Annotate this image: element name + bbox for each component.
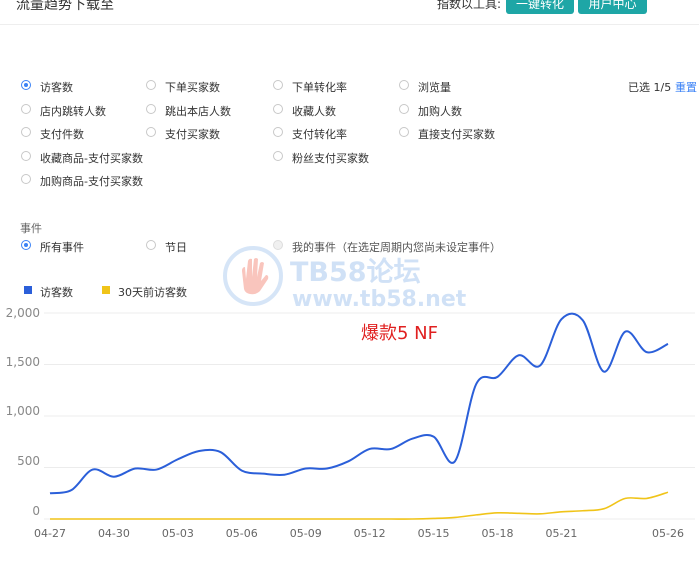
watermark-title: TB58论坛 <box>290 257 421 288</box>
chart-annotation: 爆款5 NF <box>361 323 438 344</box>
series-line-0 <box>49 312 669 495</box>
watermark-url: www.tb58.net <box>292 287 467 312</box>
series-line-1 <box>50 491 669 520</box>
watermark-hand-logo <box>223 246 283 306</box>
